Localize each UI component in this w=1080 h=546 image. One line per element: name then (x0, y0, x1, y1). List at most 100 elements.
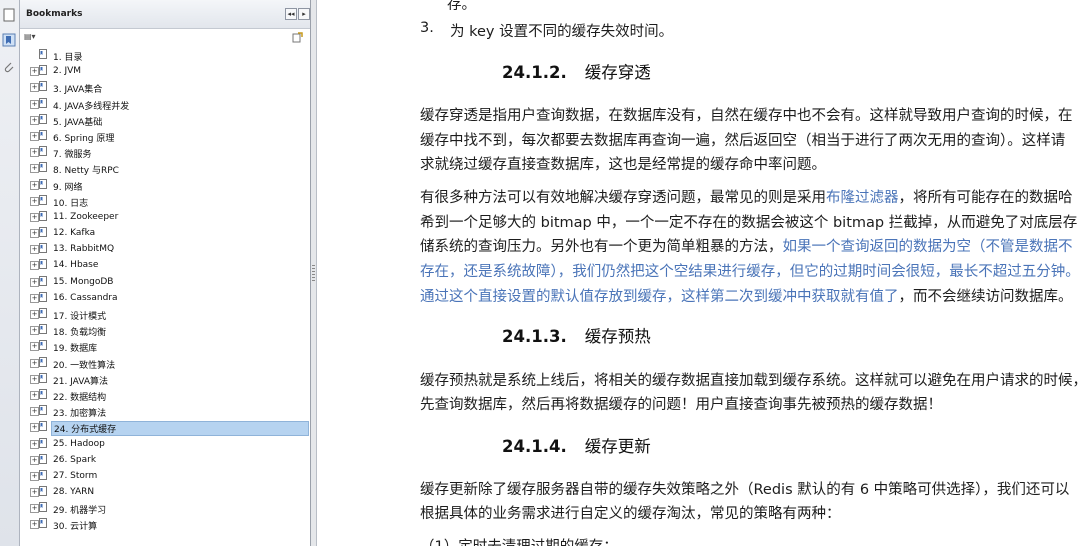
bookmark-item[interactable]: +7. 微服务 (20, 145, 310, 161)
expand-toggle-icon[interactable]: + (30, 390, 39, 400)
expand-toggle-icon[interactable]: + (30, 261, 39, 271)
bookmark-label: 16. Cassandra (53, 292, 118, 303)
text-run: ，将所有可能存在的数据哈 (898, 190, 1073, 206)
document-page: 存。 3. 为 key 设置不同的缓存失效时间。 24.1.2. 缓存穿透 缓存穿… (317, 0, 1080, 546)
bookmark-item[interactable]: +22. 数据结构 (20, 388, 310, 404)
bookmark-label: 20. 一致性算法 (53, 360, 116, 371)
bookmark-item[interactable]: +14. Hbase (20, 258, 310, 274)
bookmark-page-icon (39, 210, 47, 221)
expand-toggle-icon[interactable]: + (30, 520, 39, 530)
bookmark-item[interactable]: +26. Spark (20, 453, 310, 469)
bookmark-item[interactable]: 1. 目录 (20, 48, 310, 64)
bookmark-page-icon (39, 308, 47, 318)
splitter-grip-icon (312, 265, 315, 283)
paragraph-line: 求就绕过缓存直接查数据库，这也是经常提的缓存命中率问题。 (420, 157, 826, 173)
bookmark-page-icon (39, 324, 47, 335)
bookmark-page-icon (39, 178, 47, 189)
section-title: 缓存预热 (584, 327, 651, 346)
bookmark-label: 24. 分布式缓存 (51, 421, 309, 437)
bookmark-label: 23. 加密算法 (53, 409, 107, 420)
bookmark-item[interactable]: +24. 分布式缓存 (20, 420, 310, 437)
expand-toggle-icon[interactable]: + (30, 115, 39, 125)
expand-bookmark-icon[interactable] (292, 32, 303, 43)
paragraph-line: 根据具体的业务需求进行自定义的缓存淘汰，常见的策略有两种： (420, 506, 841, 522)
bookmark-item[interactable]: +25. Hadoop (20, 437, 310, 453)
expand-toggle-icon[interactable]: + (30, 148, 39, 158)
expand-toggle-icon[interactable]: + (30, 423, 39, 433)
highlighted-line: 存在，还是系统故障），我们仍然把这个空结果进行缓存，但它的过期时间会很短，最长不… (420, 264, 1080, 280)
expand-toggle-icon[interactable]: + (30, 99, 39, 109)
bookmark-item[interactable]: +3. JAVA集合 (20, 80, 310, 96)
bookmark-item[interactable]: +11. Zookeeper (20, 210, 310, 226)
bookmark-item[interactable]: +15. MongoDB (20, 275, 310, 291)
collapse-panel-button[interactable]: ◂◂ (285, 8, 297, 20)
bookmark-item[interactable]: +6. Spring 原理 (20, 129, 310, 145)
bookmark-item[interactable]: +20. 一致性算法 (20, 356, 310, 372)
expand-toggle-icon[interactable]: + (30, 358, 39, 368)
bookmark-label: 26. Spark (53, 454, 97, 465)
bookmark-page-icon (39, 502, 47, 513)
expand-toggle-icon[interactable]: + (30, 180, 39, 190)
bookmark-page-icon (39, 97, 47, 108)
bookmark-item[interactable]: +18. 负载均衡 (20, 323, 310, 339)
bookmark-page-icon (39, 405, 47, 416)
bookmark-page-icon (39, 259, 47, 270)
panel-toolbar: ▤▾ (20, 29, 310, 47)
bookmark-item[interactable]: +8. Netty 与RPC (20, 161, 310, 177)
bookmark-item[interactable]: +13. RabbitMQ (20, 242, 310, 258)
section-title: 缓存更新 (584, 437, 651, 456)
expand-toggle-icon[interactable]: + (30, 326, 39, 336)
expand-toggle-icon[interactable]: + (30, 471, 39, 481)
bookmark-item[interactable]: +23. 加密算法 (20, 404, 310, 420)
expand-toggle-icon[interactable]: + (30, 504, 39, 514)
bookmark-item[interactable]: +16. Cassandra (20, 291, 310, 307)
paperclip-icon[interactable] (2, 60, 16, 74)
bookmark-item[interactable]: +30. 云计算 (20, 517, 310, 533)
next-panel-button[interactable]: ▸ (298, 8, 310, 20)
expand-toggle-icon[interactable]: + (30, 455, 39, 465)
bookmark-page-icon (39, 518, 47, 529)
expand-toggle-icon[interactable]: + (30, 212, 39, 222)
expand-toggle-icon[interactable]: + (30, 277, 39, 287)
expand-toggle-icon[interactable]: + (30, 229, 39, 239)
bookmark-page-icon (39, 65, 47, 76)
expand-toggle-icon[interactable]: + (30, 342, 39, 352)
bookmark-item[interactable]: +17. 设计模式 (20, 307, 310, 323)
bookmark-item[interactable]: +4. JAVA多线程并发 (20, 97, 310, 113)
options-menu-button[interactable]: ▤▾ (24, 32, 36, 41)
bookmark-item[interactable]: +5. JAVA基础 (20, 113, 310, 129)
expand-toggle-icon[interactable]: + (30, 439, 39, 449)
expand-toggle-icon[interactable]: + (30, 83, 39, 93)
expand-toggle-icon[interactable]: + (30, 407, 39, 417)
expand-toggle-icon[interactable]: + (30, 67, 39, 77)
navigation-toolstrip (0, 0, 20, 546)
bookmark-item[interactable]: +12. Kafka (20, 226, 310, 242)
bookmark-page-icon (39, 49, 47, 59)
expand-toggle-icon[interactable]: + (30, 164, 39, 174)
expand-toggle-icon[interactable]: + (30, 374, 39, 384)
bookmark-page-icon (39, 81, 47, 92)
expand-toggle-icon[interactable]: + (30, 196, 39, 206)
bookmark-item[interactable]: +2. JVM (20, 64, 310, 80)
bookmark-item[interactable]: +27. Storm (20, 469, 310, 485)
expand-toggle-icon[interactable]: + (30, 245, 39, 255)
bookmark-item[interactable]: +28. YARN (20, 485, 310, 501)
pages-icon[interactable] (2, 8, 16, 22)
paragraph-line: （1）定时去清理过期的缓存； (420, 535, 618, 546)
expand-toggle-icon[interactable]: + (30, 293, 39, 303)
expand-toggle-icon[interactable]: + (30, 131, 39, 141)
bookmark-item[interactable]: +9. 网络 (20, 178, 310, 194)
bookmark-item[interactable]: +29. 机器学习 (20, 501, 310, 517)
bookmark-label: 25. Hadoop (53, 438, 105, 449)
highlighted-text: 通过这个直接设置的默认值存放到缓存，这样第二次到缓冲中获取就有值了 (420, 289, 899, 305)
paragraph-line: 缓存穿透是指用户查询数据，在数据库没有，自然在缓存中也不会有。这样就导致用户查询… (420, 108, 1073, 124)
bookmark-item[interactable]: +21. JAVA算法 (20, 372, 310, 388)
expand-toggle-icon[interactable]: + (30, 488, 39, 498)
bookmark-page-icon (39, 243, 47, 254)
bookmark-item[interactable]: +10. 日志 (20, 194, 310, 210)
expand-toggle-icon[interactable]: + (30, 310, 39, 319)
bookmark-item[interactable]: +19. 数据库 (20, 339, 310, 355)
bookmark-label: 27. Storm (53, 470, 98, 481)
bookmarks-icon[interactable] (2, 33, 16, 47)
bookmark-page-icon (39, 486, 47, 497)
